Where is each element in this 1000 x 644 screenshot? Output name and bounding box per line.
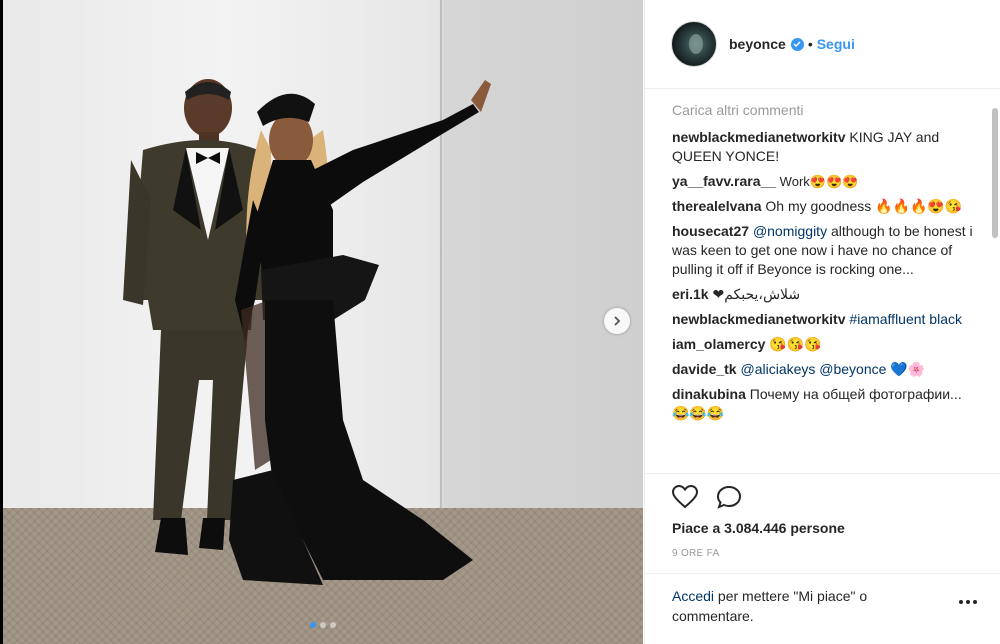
- load-more-comments-link[interactable]: Carica altri commenti: [672, 101, 978, 120]
- comment: newblackmedianetworkitv KING JAY and QUE…: [672, 128, 978, 166]
- comment-mention[interactable]: @nomiggity: [753, 223, 827, 239]
- carousel-dot-2: [320, 622, 326, 628]
- post-header: beyonce • Segui: [645, 0, 1000, 89]
- comment-text: Work😍😍😍: [776, 174, 859, 189]
- comment: ya__favv.rara__ Work😍😍😍: [672, 172, 978, 191]
- woman-figure: [229, 80, 491, 585]
- comment-username[interactable]: ya__favv.rara__: [672, 173, 776, 189]
- comment: newblackmedianetworkitv #iamaffluent bla…: [672, 310, 978, 329]
- login-text: Accedi per mettere "Mi piace" o commenta…: [672, 586, 922, 626]
- more-options-icon[interactable]: [959, 600, 977, 604]
- photo-subjects: [123, 79, 491, 585]
- comment: housecat27 @nomiggity although to be hon…: [672, 222, 978, 279]
- carousel-indicators: [3, 622, 643, 628]
- header-separator: •: [807, 36, 813, 52]
- comment-text: Oh my goodness 🔥🔥🔥😍😘: [761, 198, 963, 214]
- username[interactable]: beyonce: [729, 36, 786, 52]
- likes-count[interactable]: Piace a 3.084.446 persone: [672, 520, 845, 536]
- comment-username[interactable]: iam_olamercy: [672, 336, 765, 352]
- dot: [966, 600, 970, 604]
- user-avatar[interactable]: [671, 21, 717, 67]
- comment-username[interactable]: davide_tk: [672, 361, 737, 377]
- comment-text: 💙🌸: [886, 361, 926, 377]
- comment-username[interactable]: newblackmedianetworkitv: [672, 129, 846, 145]
- action-icons: [672, 485, 742, 509]
- comment-bubble-icon[interactable]: [716, 485, 742, 509]
- dot: [973, 600, 977, 604]
- post-actions: Piace a 3.084.446 persone 9 ORE FA: [645, 473, 1000, 574]
- carousel-dot-3: [330, 622, 336, 628]
- chevron-right-icon: [614, 316, 621, 326]
- comment-username[interactable]: dinakubina: [672, 386, 746, 402]
- comment-hashtag[interactable]: #iamaffluent black: [849, 311, 962, 327]
- comment: davide_tk @aliciakeys @beyonce 💙🌸: [672, 360, 978, 379]
- comment: dinakubina Почему на общей фотографии...…: [672, 385, 978, 423]
- post-timestamp: 9 ORE FA: [672, 548, 720, 559]
- comments-scrollbar[interactable]: [992, 108, 998, 238]
- comment: eri.1k ❤شلاش،یحبکم: [672, 285, 978, 304]
- comments-list: Carica altri commenti newblackmedianetwo…: [672, 101, 978, 473]
- next-photo-button[interactable]: [604, 308, 630, 334]
- post-side-panel: beyonce • Segui Carica altri commenti ne…: [644, 0, 1000, 644]
- verified-badge-icon: [790, 37, 804, 51]
- follow-button[interactable]: Segui: [817, 36, 855, 52]
- heart-icon[interactable]: [672, 485, 698, 509]
- login-prompt: Accedi per mettere "Mi piace" o commenta…: [645, 573, 1000, 644]
- carousel-dot-1: [310, 622, 316, 628]
- checkmark-icon: [793, 41, 801, 48]
- comment-text: 😘😘😘: [765, 336, 822, 352]
- dot: [959, 600, 963, 604]
- comment-username[interactable]: therealelvana: [672, 198, 762, 214]
- comment-text: ❤شلاش،یحبکم: [708, 286, 801, 302]
- login-link[interactable]: Accedi: [672, 588, 714, 604]
- comment-username[interactable]: newblackmedianetworkitv: [672, 311, 846, 327]
- instagram-post-frame: beyonce • Segui Carica altri commenti ne…: [3, 0, 1000, 644]
- comment-username[interactable]: eri.1k: [672, 286, 709, 302]
- comment: therealelvana Oh my goodness 🔥🔥🔥😍😘: [672, 197, 978, 216]
- comment: iam_olamercy 😘😘😘: [672, 335, 978, 354]
- post-photo[interactable]: [3, 0, 643, 644]
- comment-mention[interactable]: @aliciakeys @beyonce: [740, 361, 886, 377]
- comment-username[interactable]: housecat27: [672, 223, 749, 239]
